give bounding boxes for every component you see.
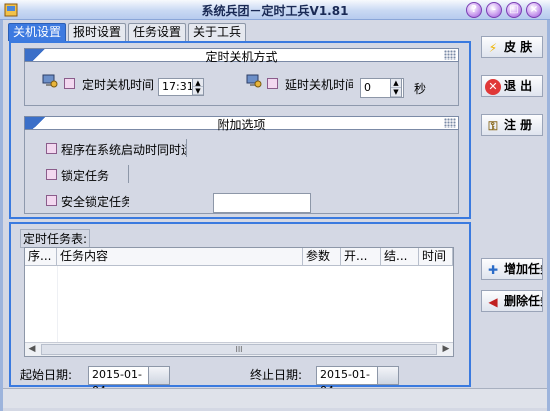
timed-shutdown-checkbox[interactable] — [64, 78, 75, 89]
scrollbar-thumb[interactable]: III — [41, 344, 437, 355]
lock-password-input[interactable] — [213, 193, 311, 213]
column-header-end[interactable]: 结... — [381, 248, 419, 265]
close-button[interactable]: × — [526, 2, 542, 18]
startup-label: 程序在系统启动时同时运行 — [61, 143, 187, 157]
window-frame-left — [0, 20, 3, 411]
tab-shutdown-settings[interactable]: 关机设置 — [8, 23, 67, 41]
safe-lock-checkbox[interactable] — [46, 195, 57, 206]
end-date-label: 终止日期: — [250, 368, 303, 382]
start-date-dropdown-button[interactable] — [148, 366, 170, 385]
register-button[interactable]: ⚿ 注 册 — [481, 114, 543, 136]
title-bar[interactable]: 系统兵团－定时工兵V1.81 ? - □ × — [0, 0, 550, 20]
status-bar — [3, 388, 547, 408]
extra-options-header: 附加选项 — [24, 116, 459, 132]
shutdown-method-title: 定时关机方式 — [205, 50, 278, 64]
timed-shutdown-label: 定时关机时间 — [82, 78, 155, 92]
spin-down-icon[interactable]: ▼ — [193, 87, 203, 95]
grip-icon — [444, 50, 456, 60]
add-task-button[interactable]: ✚增加任务 — [481, 258, 543, 280]
grip-icon — [444, 118, 456, 128]
add-document-icon: ✚ — [487, 262, 499, 277]
start-date-label: 起始日期: — [20, 368, 73, 382]
exit-button[interactable]: ✕ 退 出 — [481, 75, 543, 97]
help-button[interactable]: ? — [466, 2, 482, 18]
column-header-time[interactable]: 时间 — [419, 248, 453, 265]
tab-bar: 关机设置 报时设置 任务设置 关于工兵 — [8, 23, 248, 41]
safe-lock-label: 安全锁定任务 — [61, 195, 129, 209]
skin-button[interactable]: ⚡ 皮 肤 — [481, 36, 543, 58]
computer-icon — [42, 74, 58, 88]
shutdown-method-header: 定时关机方式 — [24, 48, 459, 64]
column-header-index[interactable]: 序... — [25, 248, 57, 265]
lightning-icon: ⚡ — [488, 40, 498, 55]
computer-icon — [246, 74, 262, 88]
start-date-input[interactable]: 2015-01-04 — [88, 366, 150, 397]
lock-task-label: 锁定任务 — [61, 169, 110, 183]
delete-task-button[interactable]: ◀删除任务 — [481, 290, 543, 312]
scroll-right-icon[interactable]: ▶ — [439, 343, 453, 356]
delay-shutdown-checkbox[interactable] — [267, 78, 278, 89]
horizontal-scrollbar[interactable]: ◀ III ▶ — [25, 342, 453, 356]
task-list-label: 定时任务表: — [20, 229, 91, 248]
column-header-params[interactable]: 参数 — [303, 248, 341, 265]
minimize-button[interactable]: - — [486, 2, 502, 18]
extra-options-title: 附加选项 — [217, 118, 266, 132]
spin-up-icon[interactable]: ▲ — [391, 79, 401, 88]
delay-unit-label: 秒 — [414, 82, 427, 96]
scroll-left-icon[interactable]: ◀ — [25, 343, 39, 356]
spin-up-icon[interactable]: ▲ — [193, 79, 203, 87]
maximize-button[interactable]: □ — [506, 2, 522, 18]
task-table[interactable]: 序... 任务内容 参数 开... 结... 时间 ◀ III ▶ — [24, 247, 454, 357]
delay-shutdown-label: 延时关机时间 — [285, 78, 353, 92]
column-header-start[interactable]: 开... — [341, 248, 381, 265]
tab-task-settings[interactable]: 任务设置 — [128, 23, 187, 41]
tab-chime-settings[interactable]: 报时设置 — [68, 23, 127, 41]
task-table-header: 序... 任务内容 参数 开... 结... 时间 — [25, 248, 453, 266]
delete-arrow-icon: ◀ — [488, 294, 498, 309]
end-date-input[interactable]: 2015-01-04 — [316, 366, 378, 397]
delay-seconds-spinner[interactable]: ▲ ▼ — [390, 78, 402, 98]
lock-task-checkbox[interactable] — [46, 169, 57, 180]
column-header-content[interactable]: 任务内容 — [57, 248, 303, 265]
startup-checkbox[interactable] — [46, 143, 57, 154]
end-date-dropdown-button[interactable] — [377, 366, 399, 385]
spin-down-icon[interactable]: ▼ — [391, 88, 401, 97]
close-circle-icon: ✕ — [485, 78, 501, 95]
tab-about[interactable]: 关于工兵 — [188, 23, 247, 41]
shutdown-time-spinner[interactable]: ▲ ▼ — [192, 78, 204, 96]
key-icon: ⚿ — [488, 118, 498, 133]
